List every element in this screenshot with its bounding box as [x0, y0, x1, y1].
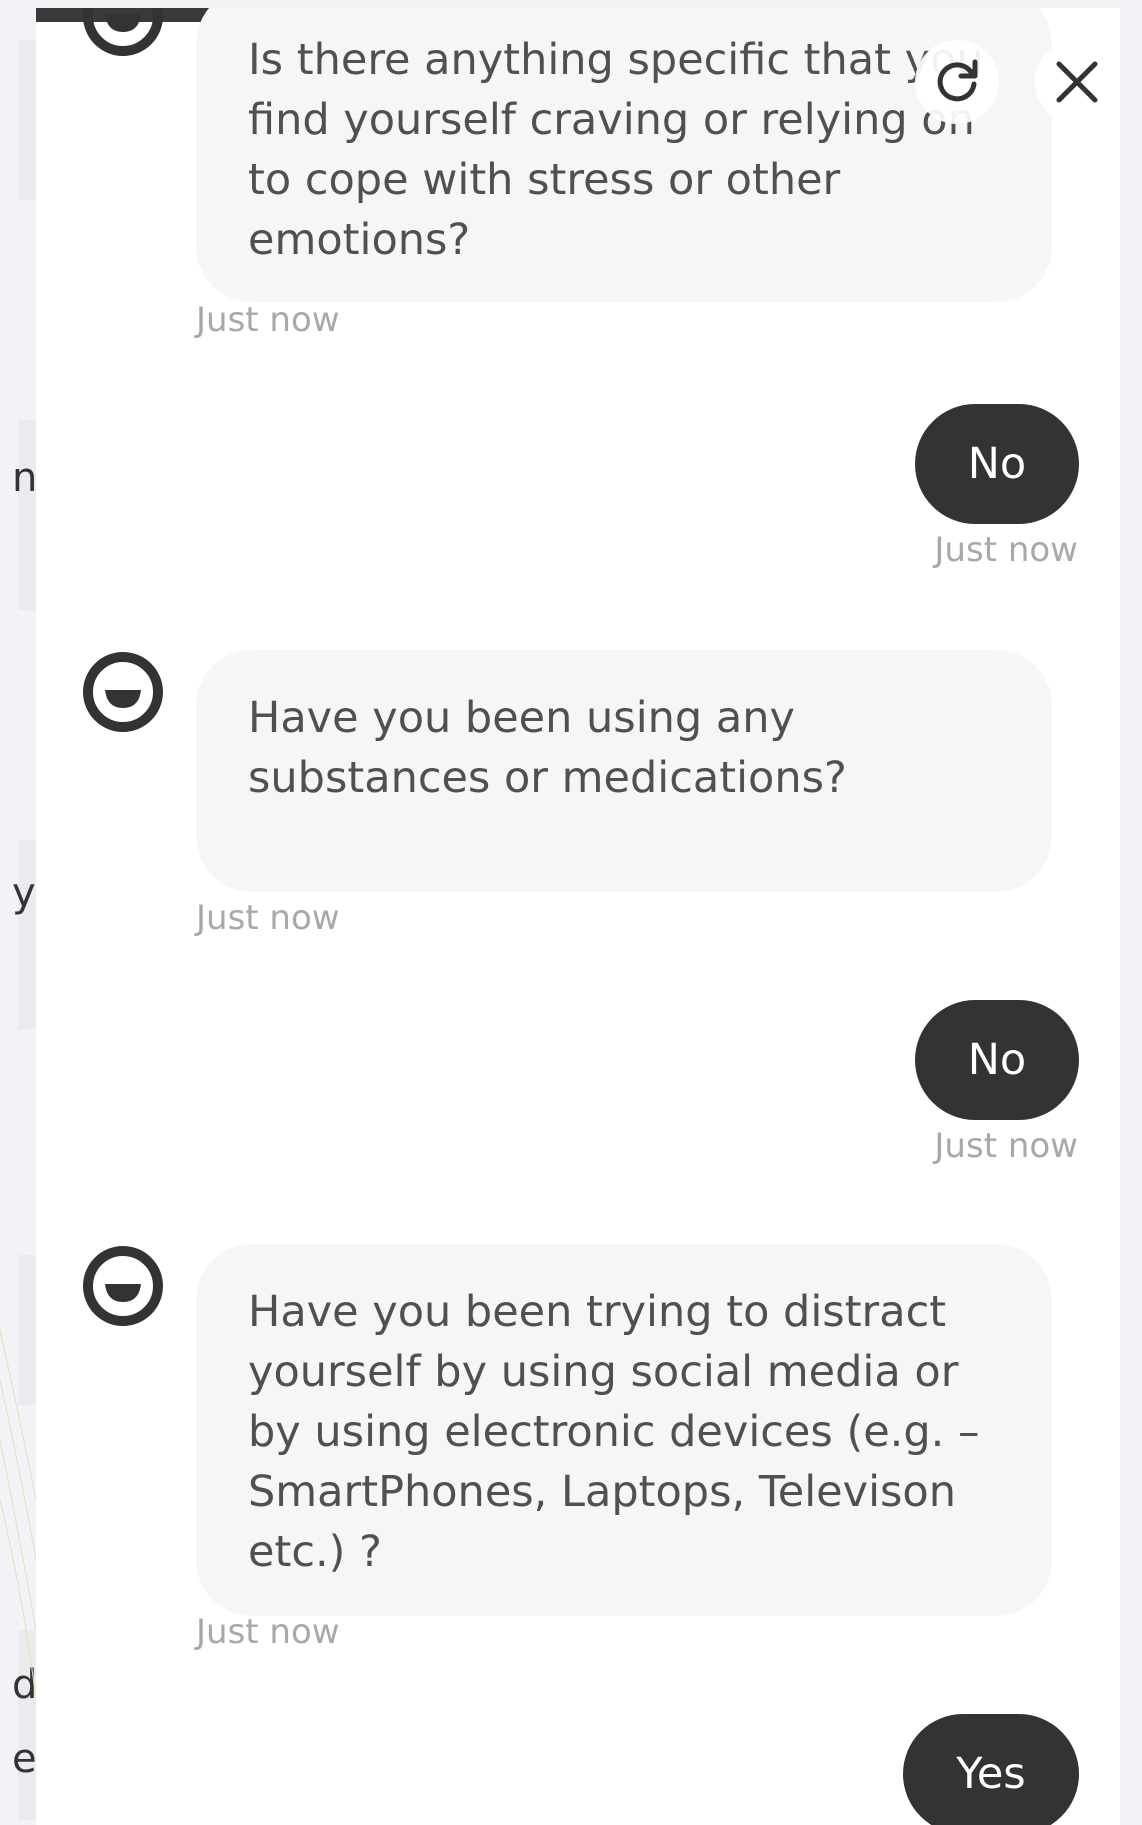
background-text-fragment: y	[12, 870, 36, 916]
message-text: Have you been trying to distract yoursel…	[248, 1287, 980, 1577]
message-text: Have you been using any substances or me…	[248, 693, 847, 803]
message-timestamp: Just now	[196, 898, 340, 938]
bot-message-bubble: Have you been using any substances or me…	[196, 650, 1052, 892]
message-timestamp: Just now	[196, 300, 340, 340]
bot-avatar-icon	[83, 8, 163, 56]
message-text: Is there anything specific that you find…	[248, 35, 984, 265]
chat-panel: Is there anything specific that you find…	[36, 8, 1120, 1825]
background-decoration	[0, 1329, 36, 1701]
bot-avatar-icon	[83, 652, 163, 732]
message-timestamp: Just now	[196, 1612, 340, 1652]
refresh-button[interactable]	[915, 40, 999, 124]
bot-avatar-icon	[83, 1246, 163, 1326]
message-timestamp: Just now	[934, 1126, 1078, 1166]
user-reply-bubble: Yes	[903, 1714, 1079, 1825]
background-page-strip	[18, 840, 36, 1030]
user-reply-bubble: No	[915, 1000, 1079, 1120]
user-reply-bubble: No	[915, 404, 1079, 524]
bot-message-bubble: Is there anything specific that you find…	[196, 8, 1052, 302]
background-text-fragment: n	[12, 455, 38, 501]
refresh-icon	[937, 59, 978, 102]
message-timestamp: Just now	[934, 530, 1078, 570]
bot-message-bubble: Have you been trying to distract yoursel…	[196, 1244, 1052, 1616]
close-button[interactable]	[1035, 40, 1119, 124]
close-icon	[1056, 61, 1098, 103]
background-page-strip	[18, 420, 36, 610]
background-page-strip	[18, 40, 36, 200]
